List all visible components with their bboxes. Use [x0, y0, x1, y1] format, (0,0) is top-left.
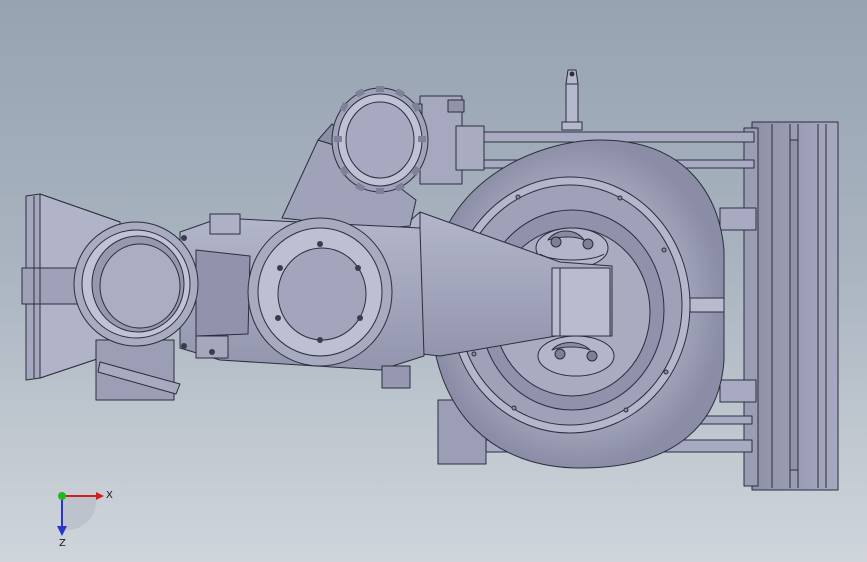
end-plate — [743, 121, 839, 491]
graphics-viewport[interactable]: X Z — [0, 0, 867, 562]
cad-model[interactable] — [0, 0, 867, 562]
axis-triad[interactable]: X Z — [40, 478, 120, 548]
z-axis-arrow — [57, 526, 67, 536]
gear-wheel — [331, 86, 429, 194]
x-axis-label: X — [106, 490, 113, 501]
x-axis-arrow — [96, 492, 104, 500]
fan-bottom — [537, 335, 615, 377]
top-pin — [561, 69, 583, 131]
center-flange — [247, 217, 393, 367]
triad-shadow — [62, 496, 97, 531]
y-axis-dot — [58, 492, 66, 500]
left-flange — [73, 221, 199, 401]
z-axis-label: Z — [59, 538, 66, 548]
